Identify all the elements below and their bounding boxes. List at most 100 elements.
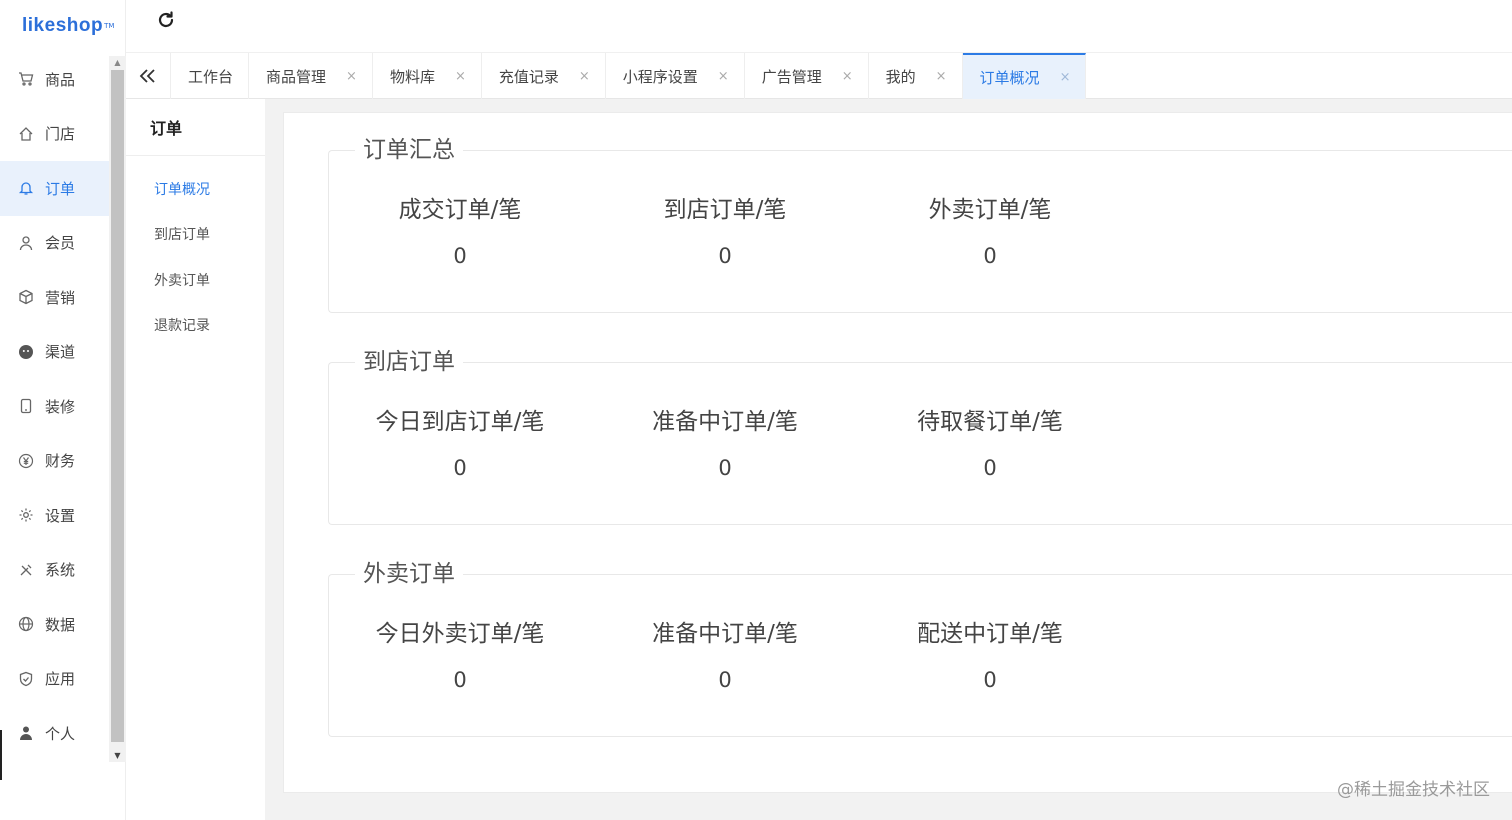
watermark: @稀土掘金技术社区 xyxy=(1337,780,1490,800)
sidebar-item-goods[interactable]: 商品 xyxy=(0,52,109,107)
tab-label: 广告管理 xyxy=(761,67,822,86)
sidebar-item-order[interactable]: 订单 xyxy=(0,161,109,216)
takeout-orders-group: 外卖订单 今日外卖订单/笔 0 准备中订单/笔 0 配送中订单/笔 0 xyxy=(328,560,1512,737)
scrollbar-thumb[interactable] xyxy=(111,70,124,742)
tab-miniprogram-settings[interactable]: 小程序设置 × xyxy=(606,53,745,99)
logo-text: likeshop xyxy=(22,15,104,36)
gear-icon xyxy=(18,507,34,523)
sidebar-item-decorate[interactable]: 装修 xyxy=(0,379,109,434)
sidebar-item-label: 财务 xyxy=(45,452,76,471)
sidebar-item-system[interactable]: 系统 xyxy=(0,543,109,598)
tab-label: 商品管理 xyxy=(266,67,327,86)
sidebar: likeshop TM 商品 门店 订单 会员 营销 渠道 装修 财务 设置 系… xyxy=(0,0,126,820)
stat-value: 0 xyxy=(453,456,467,480)
scroll-up-arrow-icon[interactable]: ▲ xyxy=(109,56,126,69)
sidebar-item-profile[interactable]: 个人 xyxy=(0,706,109,761)
sidebar-item-label: 个人 xyxy=(45,724,76,743)
tab-label: 订单概况 xyxy=(979,68,1040,87)
tab-material-library[interactable]: 物料库 × xyxy=(373,53,482,99)
tab-label: 物料库 xyxy=(389,67,435,86)
stat-value: 0 xyxy=(453,668,467,692)
main-content: 订单汇总 成交订单/笔 0 到店订单/笔 0 外卖订单/笔 0 到店订单 今日到… xyxy=(283,112,1512,793)
stat-label: 待取餐订单/笔 xyxy=(917,409,1063,435)
sidebar-item-label: 门店 xyxy=(45,125,76,144)
close-icon[interactable]: × xyxy=(842,69,853,84)
close-icon[interactable]: × xyxy=(1060,70,1071,85)
refresh-icon[interactable] xyxy=(154,8,178,32)
dine-in-orders-group: 到店订单 今日到店订单/笔 0 准备中订单/笔 0 待取餐订单/笔 0 xyxy=(328,348,1512,525)
stat-label: 今日到店订单/笔 xyxy=(375,409,545,435)
tab-goods-management[interactable]: 商品管理 × xyxy=(249,53,373,99)
sidebar-item-label: 设置 xyxy=(45,506,76,525)
order-submenu: 订单 订单概况 到店订单 外卖订单 退款记录 xyxy=(126,99,265,820)
tab-label: 我的 xyxy=(885,67,916,86)
tab-recharge-records[interactable]: 充值记录 × xyxy=(482,53,606,99)
sidebar-item-label: 商品 xyxy=(45,70,76,89)
close-icon[interactable]: × xyxy=(718,69,729,84)
user-icon xyxy=(18,235,34,251)
sidebar-item-label: 系统 xyxy=(45,561,76,580)
cart-icon xyxy=(18,71,34,87)
stat-card: 今日到店订单/笔 0 xyxy=(360,408,560,480)
sidebar-item-apps[interactable]: 应用 xyxy=(0,652,109,707)
stat-label: 配送中订单/笔 xyxy=(917,621,1063,647)
sidebar-item-settings[interactable]: 设置 xyxy=(0,488,109,543)
close-icon[interactable]: × xyxy=(936,69,947,84)
shield-icon xyxy=(18,671,34,687)
stat-label: 准备中订单/笔 xyxy=(652,409,798,435)
tab-label: 小程序设置 xyxy=(622,67,698,86)
stat-label: 到店订单/笔 xyxy=(663,197,787,223)
yen-icon xyxy=(18,453,34,469)
collapse-chevrons-icon[interactable] xyxy=(126,53,171,99)
logo-tm: TM xyxy=(104,22,115,30)
logo[interactable]: likeshop TM xyxy=(0,0,126,52)
sidebar-item-label: 会员 xyxy=(45,234,76,253)
stat-label: 外卖订单/笔 xyxy=(928,197,1052,223)
bell-icon xyxy=(18,180,34,196)
stat-card: 外卖订单/笔 0 xyxy=(890,196,1090,268)
sidebar-item-label: 应用 xyxy=(45,670,76,689)
stat-label: 今日外卖订单/笔 xyxy=(375,621,545,647)
submenu-item-takeout-orders[interactable]: 外卖订单 xyxy=(126,257,265,303)
sidebar-scrollbar[interactable]: ▲ ▼ xyxy=(109,56,126,762)
close-icon[interactable]: × xyxy=(579,69,590,84)
sidebar-nav: 商品 门店 订单 会员 营销 渠道 装修 财务 设置 系统 数据 应用 个人 xyxy=(0,52,109,761)
tab-bar: 工作台 商品管理 × 物料库 × 充值记录 × 小程序设置 × 广告管理 × 我… xyxy=(126,52,1512,99)
stat-label: 准备中订单/笔 xyxy=(652,621,798,647)
close-icon[interactable]: × xyxy=(455,69,466,84)
stat-card: 配送中订单/笔 0 xyxy=(890,620,1090,692)
tab-label: 充值记录 xyxy=(498,67,559,86)
stat-value: 0 xyxy=(718,668,732,692)
stat-label: 成交订单/笔 xyxy=(398,197,522,223)
stat-card: 准备中订单/笔 0 xyxy=(625,620,825,692)
sidebar-item-label: 订单 xyxy=(45,179,76,198)
sidebar-item-label: 数据 xyxy=(45,615,76,634)
close-icon[interactable]: × xyxy=(346,69,357,84)
sidebar-item-member[interactable]: 会员 xyxy=(0,216,109,271)
stat-value: 0 xyxy=(983,668,997,692)
sidebar-item-channel[interactable]: 渠道 xyxy=(0,325,109,380)
group-title: 外卖订单 xyxy=(355,560,463,588)
sidebar-item-marketing[interactable]: 营销 xyxy=(0,270,109,325)
tools-icon xyxy=(18,562,34,578)
stat-card: 到店订单/笔 0 xyxy=(625,196,825,268)
stat-value: 0 xyxy=(453,244,467,268)
tab-order-overview[interactable]: 订单概况 × xyxy=(962,53,1087,99)
tab-mine[interactable]: 我的 × xyxy=(869,53,963,99)
sidebar-item-finance[interactable]: 财务 xyxy=(0,434,109,489)
submenu-title: 订单 xyxy=(126,99,265,156)
stat-value: 0 xyxy=(983,244,997,268)
submenu-item-dine-in-orders[interactable]: 到店订单 xyxy=(126,212,265,258)
scroll-down-arrow-icon[interactable]: ▼ xyxy=(109,748,126,762)
tab-ad-management[interactable]: 广告管理 × xyxy=(745,53,869,99)
person-icon xyxy=(18,725,34,741)
sidebar-item-label: 装修 xyxy=(45,397,76,416)
stat-value: 0 xyxy=(718,244,732,268)
submenu-item-order-overview[interactable]: 订单概况 xyxy=(126,166,265,212)
box-icon xyxy=(18,289,34,305)
sidebar-item-data[interactable]: 数据 xyxy=(0,597,109,652)
group-title: 订单汇总 xyxy=(355,136,463,164)
tab-workbench[interactable]: 工作台 xyxy=(171,53,250,99)
sidebar-item-store[interactable]: 门店 xyxy=(0,107,109,162)
submenu-item-refund-records[interactable]: 退款记录 xyxy=(126,303,265,349)
